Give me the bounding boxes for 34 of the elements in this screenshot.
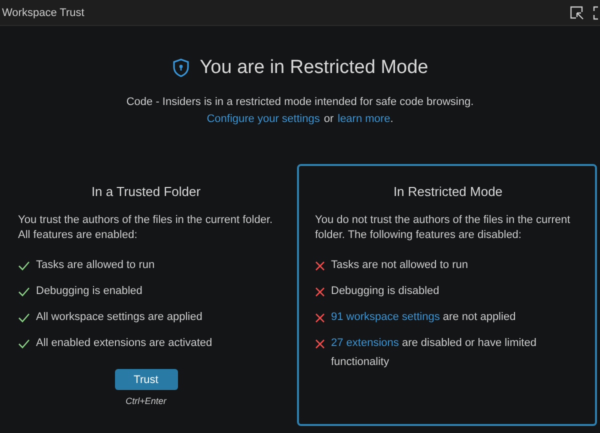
feature-text: Tasks are not allowed to run xyxy=(331,258,468,273)
feature-text: Debugging is enabled xyxy=(36,284,142,299)
page-heading: You are in Restricted Mode xyxy=(200,57,428,79)
window-title: Workspace Trust xyxy=(2,6,84,18)
link[interactable]: Configure your settings xyxy=(206,113,320,125)
link-separator-text: . xyxy=(390,113,394,125)
feature-link[interactable]: 91 workspace settings xyxy=(331,311,440,323)
panel-title: In a Trusted Folder xyxy=(90,184,202,199)
feature-text: All workspace settings are applied xyxy=(36,310,202,325)
check-icon xyxy=(18,313,30,323)
panel-description: You do not trust the authors of the files in the current folder. The following features are disabled: xyxy=(315,213,572,243)
cross-icon xyxy=(315,287,325,297)
cross-icon xyxy=(315,261,325,271)
panel-title: In Restricted Mode xyxy=(392,184,504,199)
feature-text: 91 workspace settings are not applied xyxy=(331,310,516,325)
fullscreen-icon[interactable] xyxy=(593,6,600,20)
feature-text: Tasks are allowed to run xyxy=(36,258,155,273)
cross-icon xyxy=(315,313,325,323)
check-icon xyxy=(18,261,30,271)
feature-text: All enabled extensions are activated xyxy=(36,336,212,351)
check-icon xyxy=(18,287,30,297)
check-icon xyxy=(18,339,30,349)
shield-icon xyxy=(172,58,190,78)
feature-text: 27 extensions are disabled or have limited functionality xyxy=(331,336,538,370)
panel-description: You trust the authors of the files in the current folder. All features are enabled: xyxy=(18,213,274,243)
open-editor-icon[interactable] xyxy=(570,6,584,20)
feature-link[interactable]: 27 extensions xyxy=(331,337,399,349)
shortcut-hint: Ctrl+Enter xyxy=(126,396,166,406)
trust-button[interactable]: Trust xyxy=(114,369,178,390)
link[interactable]: learn more xyxy=(338,113,390,125)
cross-icon xyxy=(315,339,325,349)
restricted-mode-description: Code - Insiders is in a restricted mode intended for safe code browsing. xyxy=(126,96,474,108)
feature-text: Debugging is disabled xyxy=(331,284,440,299)
link-separator-text: or xyxy=(324,113,334,125)
